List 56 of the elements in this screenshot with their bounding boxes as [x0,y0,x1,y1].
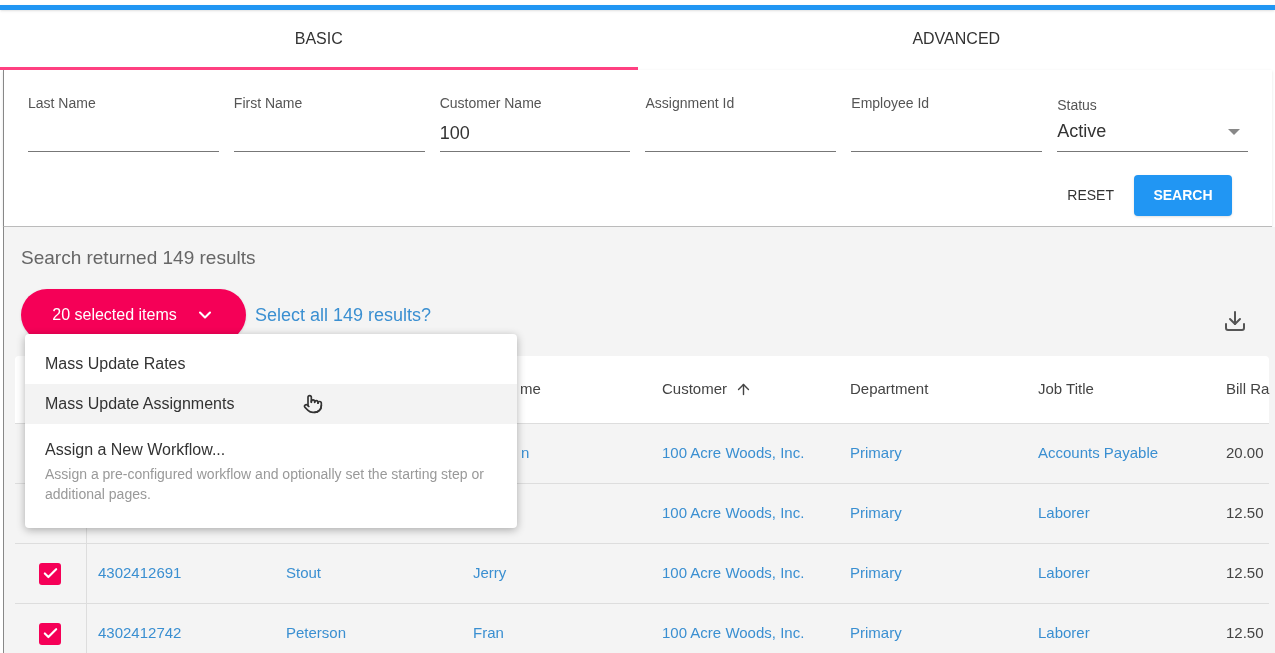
row-checkbox[interactable] [39,622,61,645]
column-header[interactable]: Customer [662,378,728,401]
table-link[interactable]: 100 Acre Woods, Inc. [662,502,805,525]
select-value: Active [1057,120,1107,143]
table-link[interactable]: 100 Acre Woods, Inc. [662,622,805,645]
search-button[interactable]: SEARCH [1134,175,1232,216]
field-label: Last Name [28,96,97,110]
table-link[interactable]: 4302412691 [98,562,182,585]
row-checkbox[interactable] [39,562,61,585]
column-header: me [519,379,541,400]
menu-item[interactable]: Mass Update Assignments [25,384,517,424]
status-select[interactable]: Status Active [1057,70,1248,152]
menu-item[interactable]: Mass Update Rates [25,344,517,384]
table-link[interactable]: Fran [473,622,504,645]
text-field[interactable]: Customer Name 100 [439,70,631,152]
table-cell-text: 20.00 [1226,443,1264,464]
table-link[interactable]: 4302412742 [98,622,182,645]
table-link[interactable]: Accounts Payable [1038,442,1159,465]
field-value: 100 [439,122,471,145]
select-all-link[interactable]: Select all 149 results? [255,301,432,329]
reset-button[interactable]: RESET [1065,175,1116,216]
table-cell-text: 12.50 [1226,503,1264,524]
field-label: Customer Name [439,96,543,110]
table-link[interactable]: Primary [850,622,902,645]
table-link[interactable]: 100 Acre Woods, Inc. [662,562,805,585]
table-row[interactable]: 4302412742 Peterson Fran 100 Acre Woods, Inc. Primary Laborer 12.50 [15,604,1269,653]
table-link[interactable]: 100 Acre Woods, Inc. [662,442,805,465]
field-label: First Name [233,96,304,110]
table-link[interactable]: Laborer [1038,622,1090,645]
table-link[interactable]: Primary [850,502,902,525]
table-link[interactable]: Laborer [1038,502,1090,525]
hand-cursor-icon [303,394,323,414]
column-header: Bill Ra [1226,379,1270,400]
field-label: Employee Id [851,96,931,110]
menu-item-title: Assign a New Workflow... [45,440,227,460]
table-link[interactable]: Stout [286,562,322,585]
text-field[interactable]: Assignment Id [645,70,837,152]
field-label: Assignment Id [645,96,736,110]
text-field[interactable]: Last Name [28,70,219,152]
table-cell-text: 12.50 [1226,623,1264,644]
results-count: Search returned 149 results [20,246,257,267]
dropdown-caret-icon [1228,128,1240,135]
table-link[interactable]: Laborer [1038,562,1090,585]
table-link[interactable]: Peterson [286,622,347,645]
table-link[interactable]: Primary [850,442,902,465]
tab[interactable]: ADVANCED [637,10,1275,70]
table-cell-text: 12.50 [1226,563,1264,584]
table-link[interactable]: Jerry [473,562,507,585]
column-header: Job Title [1038,379,1094,400]
download-icon[interactable] [1223,309,1247,333]
column-header: Department [850,379,929,400]
text-field[interactable]: Employee Id [851,70,1043,152]
table-row[interactable]: 4302412691 Stout Jerry 100 Acre Woods, Inc. Primary Laborer 12.50 [15,544,1269,604]
field-label: Status [1057,98,1098,112]
table-link[interactable]: Primary [850,562,902,585]
text-field[interactable]: First Name [233,70,425,152]
